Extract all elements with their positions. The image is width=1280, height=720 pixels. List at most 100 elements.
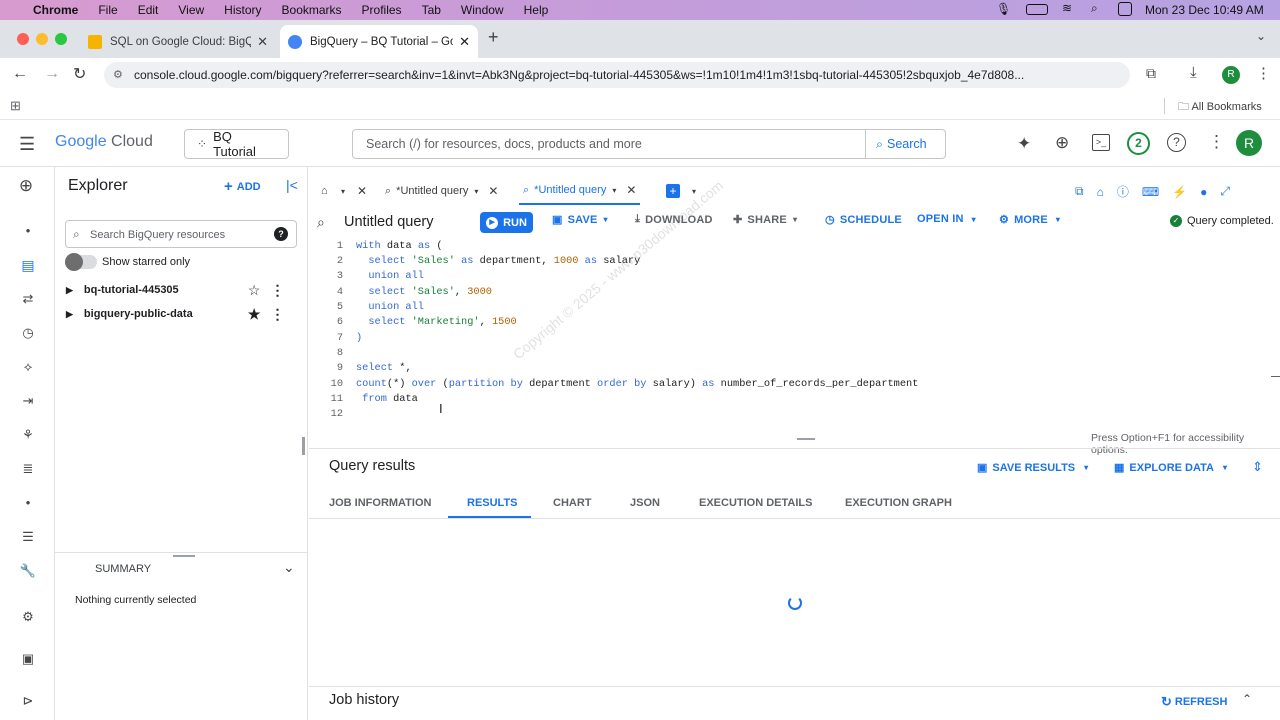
more-actions-icon[interactable]: ⋮ [270,306,284,323]
save-button[interactable]: ▣ SAVE ▾ [552,213,608,227]
menu-help[interactable]: Help [524,3,549,17]
magic-wand-icon[interactable]: ⚡ [1172,185,1187,199]
project-picker-button[interactable]: ⁘ BQ Tutorial [184,129,289,159]
downloads-icon[interactable]: ⤓ [1190,64,1197,81]
all-bookmarks[interactable]: 🗀 All Bookmarks [1178,98,1262,117]
close-tab-icon[interactable]: ✕ [626,183,636,197]
microphone-icon[interactable]: 🎙 [996,2,1011,16]
lightbulb-icon[interactable]: ● [1200,185,1207,199]
tree-item-public-data[interactable]: ▶ bigquery-public-data ★ ⋮ [55,302,308,326]
home-shortcut-icon[interactable]: ⌂ [1097,185,1104,199]
bigquery-logo-icon[interactable]: ⊕ [16,176,36,196]
analytics-hub-icon[interactable]: ⟡ [18,357,38,377]
workspace-icon[interactable]: ⧉ [1075,184,1084,199]
browser-menu-icon[interactable]: ⋮ [1256,64,1271,82]
menu-tab[interactable]: Tab [422,3,441,17]
code-line[interactable]: from data [356,393,418,405]
star-filled-icon[interactable]: ★ [248,306,261,323]
gift-icon[interactable]: ⊕ [1055,133,1069,153]
scheduled-queries-icon[interactable]: ◷ [18,323,38,343]
tree-item-project[interactable]: ▶ bq-tutorial-445305 ☆ ⋮ [55,278,308,302]
browser-tab-bigquery[interactable]: BigQuery – BQ Tutorial – Goo ✕ [280,25,478,58]
tab-chart[interactable]: CHART [553,497,592,509]
star-outline-icon[interactable]: ☆ [248,282,261,299]
new-tab-icon[interactable]: + [488,27,499,48]
window-minimize-button[interactable] [36,33,48,45]
back-icon[interactable]: ← [12,65,28,83]
forward-icon[interactable]: → [44,65,60,83]
add-button[interactable]: + ADD [224,178,261,195]
run-button[interactable]: ▶ RUN [480,212,533,233]
sql-editor[interactable]: 1 2 3 4 5 6 7 8 9 10 11 12 with data as … [309,238,1280,456]
menu-edit[interactable]: Edit [138,3,159,17]
query-tab-1[interactable]: ⌕ *Untitled query ▾ ✕ [385,177,498,205]
menu-window[interactable]: Window [461,3,504,17]
expand-results-icon[interactable]: ⇕ [1252,459,1263,475]
keyboard-icon[interactable]: ⌨ [1142,185,1159,199]
close-tab-icon[interactable]: ✕ [488,184,498,198]
cloud-shell-icon[interactable]: >_ [1092,134,1110,151]
tab-menu-chevron-icon[interactable]: ▾ [474,187,478,196]
rail-dot-icon-2[interactable]: • [18,493,38,513]
menu-history[interactable]: History [224,3,261,17]
more-actions-icon[interactable]: ⋮ [270,282,284,299]
code-line[interactable]: select 'Sales' as department, 1000 as sa… [356,255,640,267]
open-in-button[interactable]: OPEN IN ▾ [917,213,976,225]
code-line[interactable]: select *, [356,362,412,374]
gcp-search-button[interactable]: ⌕ Search [865,129,946,159]
tab-results[interactable]: RESULTS [467,497,518,509]
code-line[interactable]: union all [356,301,424,313]
chevron-up-icon[interactable]: ⌃ [1242,692,1252,706]
expand-arrow-icon[interactable]: ▶ [66,285,73,296]
wrench-icon[interactable]: 🔧 [18,561,38,581]
battery-icon[interactable] [1026,4,1048,15]
expand-rail-icon[interactable]: ⊳ [18,691,38,711]
wifi-icon[interactable]: ≋ [1062,1,1072,15]
data-transfers-icon[interactable]: ⇄ [18,289,38,309]
menu-app-name[interactable]: Chrome [33,3,78,17]
site-info-icon[interactable]: ⚙ [113,62,123,88]
info-icon[interactable]: ⓘ [1117,183,1129,200]
apps-grid-icon[interactable]: ⊞ [10,98,21,114]
code-line[interactable]: select 'Marketing', 1500 [356,316,516,328]
tab-json[interactable]: JSON [630,497,660,509]
reload-icon[interactable]: ↻ [73,64,86,84]
browser-tab-sql[interactable]: SQL on Google Cloud: BigQu ✕ [80,25,276,58]
pipelines-icon[interactable]: ⚘ [18,425,38,445]
gcp-search-input[interactable]: Search (/) for resources, docs, products… [352,129,866,159]
capacity-icon[interactable]: ☰ [18,527,38,547]
dataform-icon[interactable]: ⇥ [18,391,38,411]
help-icon[interactable]: ? [1167,133,1186,152]
code-line[interactable]: select 'Sales', 3000 [356,286,492,298]
profile-avatar[interactable]: R [1222,66,1240,84]
query-tab-2-active[interactable]: ⌕ *Untitled query ▾ ✕ [519,177,641,205]
hamburger-menu-icon[interactable]: ☰ [19,134,35,155]
more-button[interactable]: ⚙ MORE ▾ [999,213,1060,227]
studio-icon[interactable]: ▤ [18,255,38,275]
monitoring-icon[interactable]: ≣ [18,459,38,479]
menu-file[interactable]: File [98,3,117,17]
tab-job-information[interactable]: JOB INFORMATION [329,497,431,509]
panel-resize-handle[interactable] [302,437,305,455]
window-zoom-button[interactable] [55,33,67,45]
code-line[interactable]: ) [356,332,362,344]
show-starred-toggle[interactable]: Show starred only [65,253,190,271]
gemini-sparkle-icon[interactable]: ✦ [1017,134,1031,154]
chevron-down-icon[interactable]: ⌄ [283,559,295,576]
release-notes-icon[interactable]: ▣ [18,649,38,669]
menubar-clock[interactable]: Mon 23 Dec 10:49 AM [1145,3,1264,17]
close-tab-icon[interactable]: ✕ [459,34,470,50]
share-button[interactable]: ✚ SHARE ▾ [733,213,797,227]
gcp-avatar[interactable]: R [1236,130,1262,156]
save-results-button[interactable]: ▣ SAVE RESULTS ▾ [977,461,1088,475]
new-query-icon[interactable]: + [666,184,680,198]
menu-view[interactable]: View [178,3,204,17]
google-cloud-logo[interactable]: Google Cloud [55,133,153,151]
menu-bookmarks[interactable]: Bookmarks [282,3,342,17]
expand-arrow-icon[interactable]: ▶ [66,309,73,320]
extensions-icon[interactable]: ⧉ [1146,65,1156,82]
code-line[interactable]: with data as ( [356,240,443,252]
settings-more-icon[interactable]: ⋮ [1208,132,1225,152]
window-close-button[interactable] [17,33,29,45]
address-bar[interactable]: ⚙ console.cloud.google.com/bigquery?refe… [104,62,1130,88]
